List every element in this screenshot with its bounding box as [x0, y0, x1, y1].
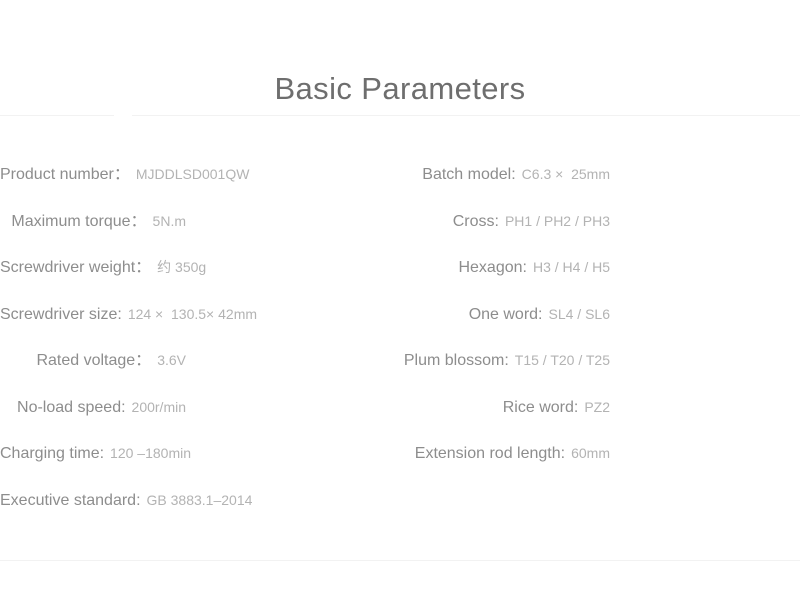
spec-row-rated-voltage: Rated voltage： 3.6V — [0, 350, 400, 397]
spec-value: 5N.m — [152, 212, 186, 229]
spec-row-plum-blossom: Plum blossom: T15 / T20 / T25 — [400, 350, 800, 397]
spec-value: SL4 / SL6 — [548, 305, 611, 322]
spec-row-one-word: One word: SL4 / SL6 — [400, 304, 800, 351]
spec-label: Extension rod length: — [414, 445, 566, 462]
spec-value: 200r/min — [131, 398, 186, 415]
page-title: Basic Parameters — [274, 70, 526, 106]
spec-label: No-load speed: — [17, 398, 126, 416]
spec-label: Rice word: — [502, 398, 579, 416]
spec-label: Batch model: — [422, 166, 516, 183]
spec-row-product-number: Product number： MJDDLSD001QW — [0, 164, 400, 211]
spec-row-screwdriver-size: Screwdriver size: 124 × 130.5× 42mm — [0, 304, 400, 351]
spec-row-batch-model: Batch model: C6.3 × 25mm — [400, 164, 800, 211]
spec-label: Plum blossom: — [403, 352, 509, 369]
spec-label: Maximum torque： — [11, 212, 147, 230]
spec-label: One word: — [468, 305, 543, 323]
spec-value: PZ2 — [584, 398, 610, 415]
spec-table: Product number： MJDDLSD001QW Maximum tor… — [0, 164, 800, 544]
spec-value: H3 / H4 / H5 — [532, 259, 610, 275]
spec-label: Hexagon: — [458, 259, 527, 276]
spec-column-right: Batch model: C6.3 × 25mm Cross: PH1 / PH… — [400, 164, 800, 490]
spec-label: Product number： — [0, 166, 130, 183]
spec-label: Screwdriver size: — [0, 305, 122, 323]
spec-value: PH1 / PH2 / PH3 — [504, 212, 610, 229]
spec-value: 约 350g — [157, 259, 207, 275]
spec-value: GB 3883.1–2014 — [146, 491, 253, 508]
spec-label: Rated voltage： — [36, 352, 152, 369]
spec-value: MJDDLSD001QW — [135, 166, 250, 182]
spec-row-hexagon: Hexagon: H3 / H4 / H5 — [400, 257, 800, 304]
spec-column-left: Product number： MJDDLSD001QW Maximum tor… — [0, 164, 400, 536]
spec-row-no-load-speed: No-load speed: 200r/min — [0, 397, 400, 444]
spec-label: Screwdriver weight： — [0, 259, 152, 276]
spec-value: C6.3 × 25mm — [521, 166, 610, 182]
spec-row-rice-word: Rice word: PZ2 — [400, 397, 800, 444]
spec-value: 3.6V — [157, 352, 186, 368]
spec-row-cross: Cross: PH1 / PH2 / PH3 — [400, 211, 800, 258]
spec-label: Executive standard: — [0, 491, 141, 509]
spec-label: Cross: — [452, 212, 499, 230]
spec-value: T15 / T20 / T25 — [514, 352, 610, 368]
spec-value: 120 –180min — [110, 445, 191, 461]
divider-bottom — [0, 560, 800, 561]
spec-value: 60mm — [571, 445, 610, 461]
spec-row-screwdriver-weight: Screwdriver weight： 约 350g — [0, 257, 400, 304]
spec-row-charging-time: Charging time: 120 –180min — [0, 443, 400, 490]
spec-row-maximum-torque: Maximum torque： 5N.m — [0, 211, 400, 258]
spec-value: 124 × 130.5× 42mm — [127, 305, 258, 322]
spec-row-executive-standard: Executive standard: GB 3883.1–2014 — [0, 490, 400, 537]
divider-top-nick — [114, 115, 132, 116]
spec-label: Charging time: — [0, 445, 105, 462]
spec-row-extension-rod-length: Extension rod length: 60mm — [400, 443, 800, 490]
